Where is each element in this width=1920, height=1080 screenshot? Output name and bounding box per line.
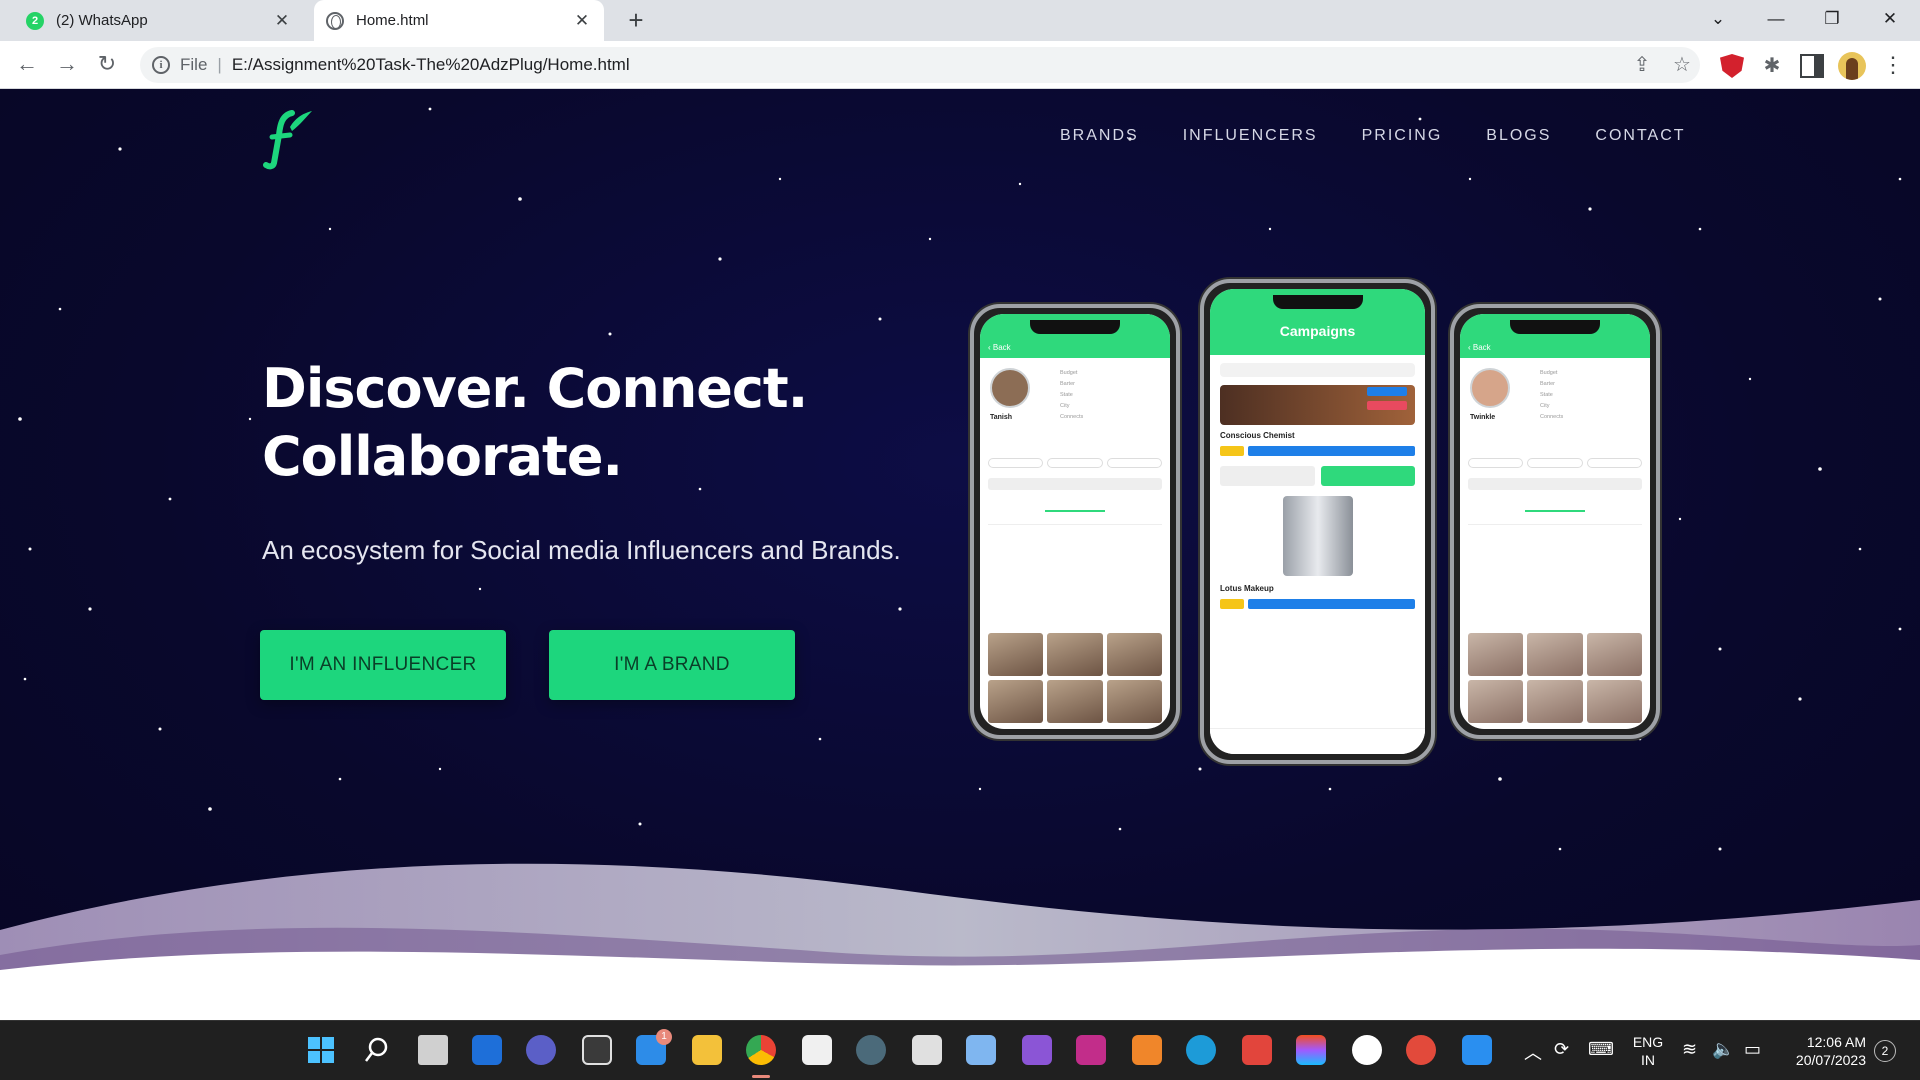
url-text[interactable]: E:/Assignment%20Task-The%20AdzPlug/Home.… (232, 55, 630, 75)
recovery-app-icon[interactable] (1406, 1035, 1436, 1065)
windows-taskbar: 1 ︿ ⟳ ⌨ ENG IN ≋ 🔈 ▭ 12:06 AM 20/07/2023… (0, 1020, 1920, 1080)
cube-app-icon[interactable] (966, 1035, 996, 1065)
forward-icon[interactable]: → (54, 52, 80, 78)
nav-influencers[interactable]: INFLUENCERS (1183, 127, 1318, 145)
page-viewport: BRANDS INFLUENCERS PRICING BLOGS CONTACT… (0, 89, 1920, 1020)
profile-name: Tanish (990, 414, 1013, 421)
chrome-icon[interactable] (746, 1035, 776, 1065)
app-mockup-phones: ‹ Back Tanish Budget Barter State City Conne… (970, 279, 1660, 764)
region-code: IN (1641, 1052, 1655, 1068)
campaigns-title: Campaigns (1279, 323, 1356, 339)
show-hidden-icons-icon[interactable]: ︿ (1524, 1039, 1542, 1065)
influencer-cta-button[interactable]: I'M AN INFLUENCER (260, 630, 506, 700)
headline-line-1: Discover. Connect. (262, 357, 808, 420)
nav-contact[interactable]: CONTACT (1595, 127, 1685, 145)
search-icon[interactable] (362, 1035, 392, 1065)
new-tab-button[interactable]: + (622, 7, 650, 35)
restore-icon[interactable]: ❐ (1804, 0, 1860, 41)
sublime-text-icon[interactable] (1132, 1035, 1162, 1065)
battery-icon[interactable]: ▭ (1744, 1039, 1761, 1060)
browser-toolbar: ← → ↻ i File | E:/Assignment%20Task-The%… (0, 41, 1920, 89)
phpstorm-icon[interactable] (1076, 1035, 1106, 1065)
tab-title: (2) WhatsApp (56, 12, 148, 29)
volume-icon[interactable]: 🔈 (1712, 1039, 1734, 1060)
teams-chat-icon[interactable] (526, 1035, 556, 1065)
reload-icon[interactable]: ↻ (94, 52, 120, 78)
keyboard-icon[interactable]: ⌨ (1588, 1039, 1614, 1060)
close-tab-icon[interactable]: ✕ (272, 11, 292, 31)
site-info-icon[interactable]: i (152, 56, 170, 74)
shield-extension-icon[interactable] (1720, 54, 1744, 78)
sync-icon[interactable]: ⟳ (1554, 1039, 1569, 1060)
stack-app-icon[interactable] (912, 1035, 942, 1065)
nav-brands[interactable]: BRANDS (1060, 127, 1139, 145)
phone-mockup-right: ‹ Back Twinkle Budget Barter State City Conn… (1450, 304, 1660, 739)
vscode-icon[interactable] (1462, 1035, 1492, 1065)
tab-title: Home.html (356, 12, 429, 29)
main-nav: BRANDS INFLUENCERS PRICING BLOGS CONTACT (1060, 127, 1730, 145)
url-separator: | (217, 55, 222, 74)
globe-favicon-icon (326, 11, 344, 30)
address-bar[interactable]: i File | E:/Assignment%20Task-The%20AdzP… (140, 47, 1700, 83)
microsoft-store-icon[interactable] (802, 1035, 832, 1065)
wifi-icon[interactable]: ≋ (1682, 1039, 1697, 1060)
widgets-icon[interactable] (472, 1035, 502, 1065)
language-indicator[interactable]: ENG IN (1628, 1021, 1668, 1080)
file-explorer-icon[interactable] (692, 1035, 722, 1065)
figma-icon[interactable] (1296, 1035, 1326, 1065)
lipstick-product-image (1282, 496, 1353, 576)
clock-date: 20/07/2023 (1795, 1052, 1866, 1068)
influencer-avatar (1470, 368, 1510, 408)
url-scheme: File (180, 55, 208, 74)
browser-tab-strip: 2 (2) WhatsApp ✕ Home.html ✕ + ⌄ — ❐ ✕ (0, 0, 1920, 41)
tab-whatsapp[interactable]: 2 (2) WhatsApp ✕ (14, 0, 304, 41)
upwork-icon[interactable] (856, 1035, 886, 1065)
extensions-puzzle-icon[interactable]: ✱ (1760, 54, 1784, 78)
share-icon[interactable]: ⇪ (1630, 55, 1654, 75)
hero-headline: Discover. Connect. Collaborate. (262, 355, 808, 491)
calculator-app-icon[interactable] (582, 1035, 612, 1065)
nav-blogs[interactable]: BLOGS (1486, 127, 1551, 145)
bookmark-star-icon[interactable]: ☆ (1670, 55, 1694, 75)
edge-icon[interactable] (1186, 1035, 1216, 1065)
wordpress-icon[interactable] (1352, 1035, 1382, 1065)
side-panel-icon[interactable] (1800, 54, 1824, 78)
nav-pricing[interactable]: PRICING (1362, 127, 1443, 145)
notification-badge[interactable]: 2 (1874, 1040, 1896, 1062)
campaign-card-title: Conscious Chemist (1220, 431, 1295, 440)
campaign-card-title: Lotus Makeup (1220, 584, 1274, 593)
whatsapp-favicon-icon: 2 (26, 11, 44, 30)
back-icon[interactable]: ← (14, 52, 40, 78)
influencer-avatar (990, 368, 1030, 408)
tab-home[interactable]: Home.html ✕ (314, 0, 604, 41)
mail-badge: 1 (656, 1029, 672, 1045)
mail-icon[interactable]: 1 (636, 1029, 672, 1065)
minimize-icon[interactable]: — (1748, 0, 1804, 41)
close-tab-icon[interactable]: ✕ (572, 11, 592, 31)
hero-subheadline: An ecosystem for Social media Influencer… (262, 535, 901, 565)
brand-cta-button[interactable]: I'M A BRAND (549, 630, 795, 700)
language-code: ENG (1632, 1034, 1664, 1050)
footer-wave-decoration (0, 863, 1920, 1020)
clock[interactable]: 12:06 AM 20/07/2023 (1776, 1021, 1866, 1080)
active-app-indicator (752, 1075, 770, 1078)
windows-start-icon[interactable] (306, 1035, 336, 1065)
profile-avatar[interactable] (1838, 52, 1866, 80)
tab-search-icon[interactable]: ⌄ (1690, 0, 1746, 41)
profile-name: Twinkle (1470, 414, 1496, 421)
browser-menu-icon[interactable]: ⋮ (1882, 52, 1904, 78)
task-view-icon[interactable] (418, 1035, 448, 1065)
anydesk-icon[interactable] (1242, 1035, 1272, 1065)
phone-mockup-middle: Campaigns Conscious Chemist Lotus Makeup (1200, 279, 1435, 764)
window-close-icon[interactable]: ✕ (1862, 0, 1918, 41)
headline-line-2: Collaborate. (262, 425, 623, 488)
visual-studio-icon[interactable] (1022, 1035, 1052, 1065)
brand-logo-icon[interactable] (262, 107, 314, 171)
clock-time: 12:06 AM (1806, 1034, 1866, 1050)
phone-mockup-left: ‹ Back Tanish Budget Barter State City Conne… (970, 304, 1180, 739)
